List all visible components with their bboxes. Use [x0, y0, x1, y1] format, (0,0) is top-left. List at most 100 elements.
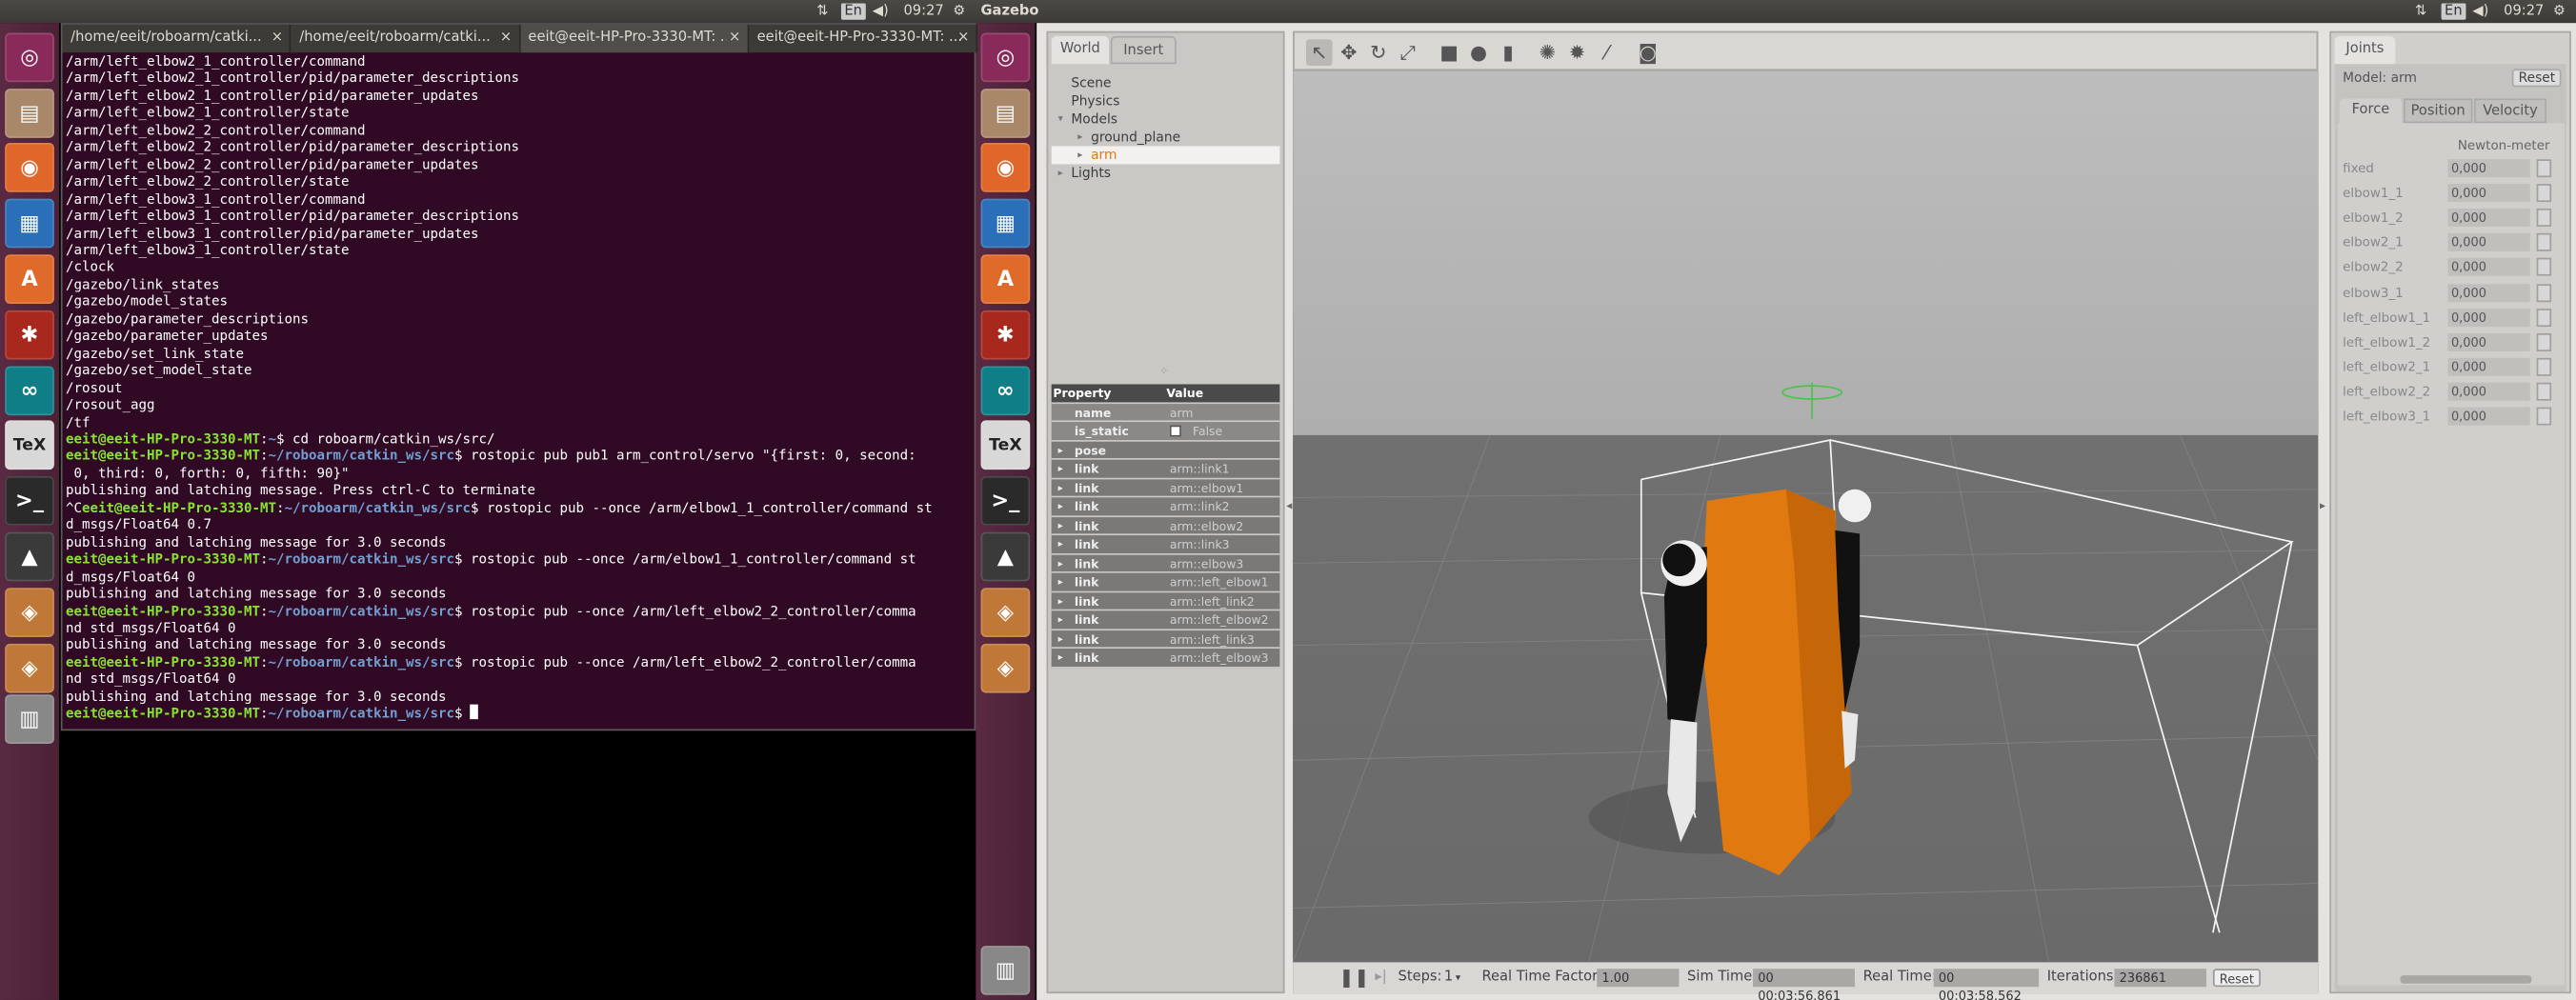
expand-icon[interactable]: ▸: [1058, 592, 1063, 611]
package-icon[interactable]: ◈: [980, 588, 1031, 637]
keyboard-layout-icon[interactable]: En: [840, 3, 866, 20]
point-light-icon[interactable]: ✺: [1535, 39, 1561, 66]
tree-item[interactable]: ▸ arm: [1051, 146, 1280, 165]
files-icon[interactable]: ▤: [5, 89, 54, 138]
ubuntu-dash-icon[interactable]: ◎: [5, 32, 54, 83]
property-row[interactable]: ▸ link arm::elbow2: [1051, 516, 1280, 536]
left-panel-collapse-icon[interactable]: ◂: [1286, 499, 1292, 512]
tree-item[interactable]: ▾ Models: [1052, 110, 1280, 129]
property-row[interactable]: ▸ link arm::left_link2: [1051, 591, 1280, 611]
trash-icon[interactable]: ▥: [5, 694, 54, 745]
trash-icon[interactable]: ▥: [980, 946, 1031, 995]
property-row[interactable]: ▸ link arm::elbow1: [1051, 478, 1280, 498]
terminal-tab[interactable]: /home/eeit/roboarm/catki... ×: [63, 24, 292, 53]
terminal-window[interactable]: /home/eeit/roboarm/catki... × /home/eeit/…: [60, 23, 978, 731]
expand-icon[interactable]: ▸: [1077, 146, 1082, 164]
tree-item[interactable]: Physics: [1052, 92, 1280, 110]
property-row[interactable]: name arm: [1051, 403, 1280, 423]
spinbox-arrows-icon[interactable]: [2536, 407, 2552, 426]
arduino-icon[interactable]: ∞: [980, 366, 1031, 416]
expand-icon[interactable]: ▸: [1058, 630, 1063, 649]
pause-icon[interactable]: ❚❚: [1338, 962, 1369, 993]
splitter-handle[interactable]: ⁘: [1159, 367, 1173, 376]
expand-icon[interactable]: ▸: [1058, 610, 1063, 630]
expand-icon[interactable]: ▸: [1058, 535, 1063, 554]
screenshot-icon[interactable]: ◙: [1635, 39, 1661, 66]
terminal-icon[interactable]: >_: [980, 475, 1031, 526]
close-icon[interactable]: ×: [496, 25, 512, 52]
terminal-tab-active[interactable]: eeit@eeit-HP-Pro-3330-MT: ... ×: [519, 24, 749, 53]
package-icon[interactable]: ◈: [5, 588, 54, 637]
writer-icon[interactable]: ▦: [980, 198, 1031, 249]
writer-icon[interactable]: ▦: [5, 198, 54, 249]
expand-icon[interactable]: ▸: [1058, 554, 1063, 573]
tree-item[interactable]: ▸ Lights: [1052, 164, 1280, 182]
joints-scrollbar[interactable]: [2400, 975, 2532, 984]
package2-icon[interactable]: ◈: [980, 643, 1031, 693]
property-row[interactable]: ▸ link arm::left_elbow3: [1051, 649, 1280, 668]
property-row[interactable]: ▸ link arm::elbow3: [1051, 553, 1280, 573]
property-row[interactable]: ▸ link arm::left_elbow2: [1051, 610, 1280, 630]
expand-icon[interactable]: ▸: [1058, 573, 1063, 592]
expand-icon[interactable]: ▾: [1058, 110, 1063, 129]
updater-icon[interactable]: ▲: [980, 531, 1031, 582]
directional-light-icon[interactable]: ⁄: [1594, 39, 1620, 66]
clock[interactable]: 09:27: [2504, 0, 2544, 23]
software-center-icon[interactable]: A: [5, 254, 54, 304]
select-mode-icon[interactable]: ↖: [1305, 39, 1333, 66]
spinbox-arrows-icon[interactable]: [2536, 184, 2552, 203]
joint-force-input[interactable]: 0,000: [2447, 308, 2530, 327]
joint-force-input[interactable]: 0,000: [2447, 332, 2530, 351]
close-icon[interactable]: ×: [725, 24, 741, 53]
ubuntu-dash-icon[interactable]: ◎: [980, 32, 1031, 83]
joint-force-input[interactable]: 0,000: [2447, 184, 2530, 203]
spinbox-arrows-icon[interactable]: [2536, 283, 2552, 302]
tree-item[interactable]: ▸ ground_plane: [1052, 128, 1280, 146]
joint-force-input[interactable]: 0,000: [2447, 209, 2530, 228]
right-panel-collapse-icon[interactable]: ▸: [2320, 499, 2325, 512]
terminal-output[interactable]: /arm/left_elbow2_1_controller/command/ar…: [66, 52, 975, 722]
keyboard-layout-icon[interactable]: En: [2441, 3, 2466, 20]
gear-icon[interactable]: ⚙: [953, 0, 965, 23]
joint-force-input[interactable]: 0,000: [2447, 407, 2530, 426]
static-checkbox[interactable]: [1169, 425, 1181, 437]
expand-icon[interactable]: ▸: [1058, 164, 1063, 182]
rotate-mode-icon[interactable]: ↻: [1365, 39, 1392, 66]
property-row[interactable]: ▸ link arm::left_elbow1: [1051, 572, 1280, 592]
close-icon[interactable]: ×: [268, 25, 283, 52]
updater-icon[interactable]: ▲: [5, 531, 54, 582]
property-row[interactable]: ▸ link arm::link3: [1051, 535, 1280, 554]
expand-icon[interactable]: ▸: [1058, 497, 1063, 516]
property-row[interactable]: ▸ link arm::left_link3: [1051, 630, 1280, 650]
expand-icon[interactable]: ▸: [1058, 460, 1063, 479]
tree-item[interactable]: Scene: [1052, 74, 1280, 92]
spot-light-icon[interactable]: ✹: [1564, 39, 1591, 66]
network-icon[interactable]: ⇅: [2415, 0, 2426, 23]
texmaker-icon[interactable]: TeX: [5, 420, 54, 470]
expand-icon[interactable]: ▸: [1058, 516, 1063, 535]
terminal-tab[interactable]: /home/eeit/roboarm/catki... ×: [292, 24, 520, 53]
files-icon[interactable]: ▤: [980, 89, 1031, 138]
property-row[interactable]: ▸ link arm::link1: [1051, 459, 1280, 479]
texmaker-icon[interactable]: TeX: [980, 420, 1031, 470]
joint-force-input[interactable]: 0,000: [2447, 283, 2530, 302]
spinbox-arrows-icon[interactable]: [2536, 332, 2552, 351]
joint-force-input[interactable]: 0,000: [2447, 159, 2530, 178]
tab-position[interactable]: Position: [2403, 98, 2473, 124]
firefox-icon[interactable]: ◉: [5, 142, 54, 192]
terminal-icon[interactable]: >_: [5, 475, 54, 526]
translate-mode-icon[interactable]: ✥: [1336, 39, 1362, 66]
reset-time-button[interactable]: Reset: [2212, 969, 2261, 988]
spinbox-arrows-icon[interactable]: [2536, 258, 2552, 277]
tab-joints[interactable]: Joints: [2334, 35, 2396, 65]
spinbox-arrows-icon[interactable]: [2536, 159, 2552, 178]
tab-velocity[interactable]: Velocity: [2474, 98, 2546, 124]
tab-world[interactable]: World: [1051, 35, 1110, 65]
step-icon[interactable]: ▸|: [1375, 962, 1386, 993]
expand-icon[interactable]: ▸: [1058, 649, 1063, 668]
reset-joints-button[interactable]: Reset: [2511, 69, 2563, 88]
expand-icon[interactable]: ▸: [1077, 128, 1082, 146]
box-shape-icon[interactable]: ■: [1436, 39, 1462, 66]
scene-viewport[interactable]: ↖ ✥ ↻ ⤢ ■ ● ▮ ✺ ✹ ⁄ ◙ ❚❚ ▸| Steps: 1 ▾ R…: [1293, 30, 2319, 1000]
package2-icon[interactable]: ◈: [5, 643, 54, 693]
